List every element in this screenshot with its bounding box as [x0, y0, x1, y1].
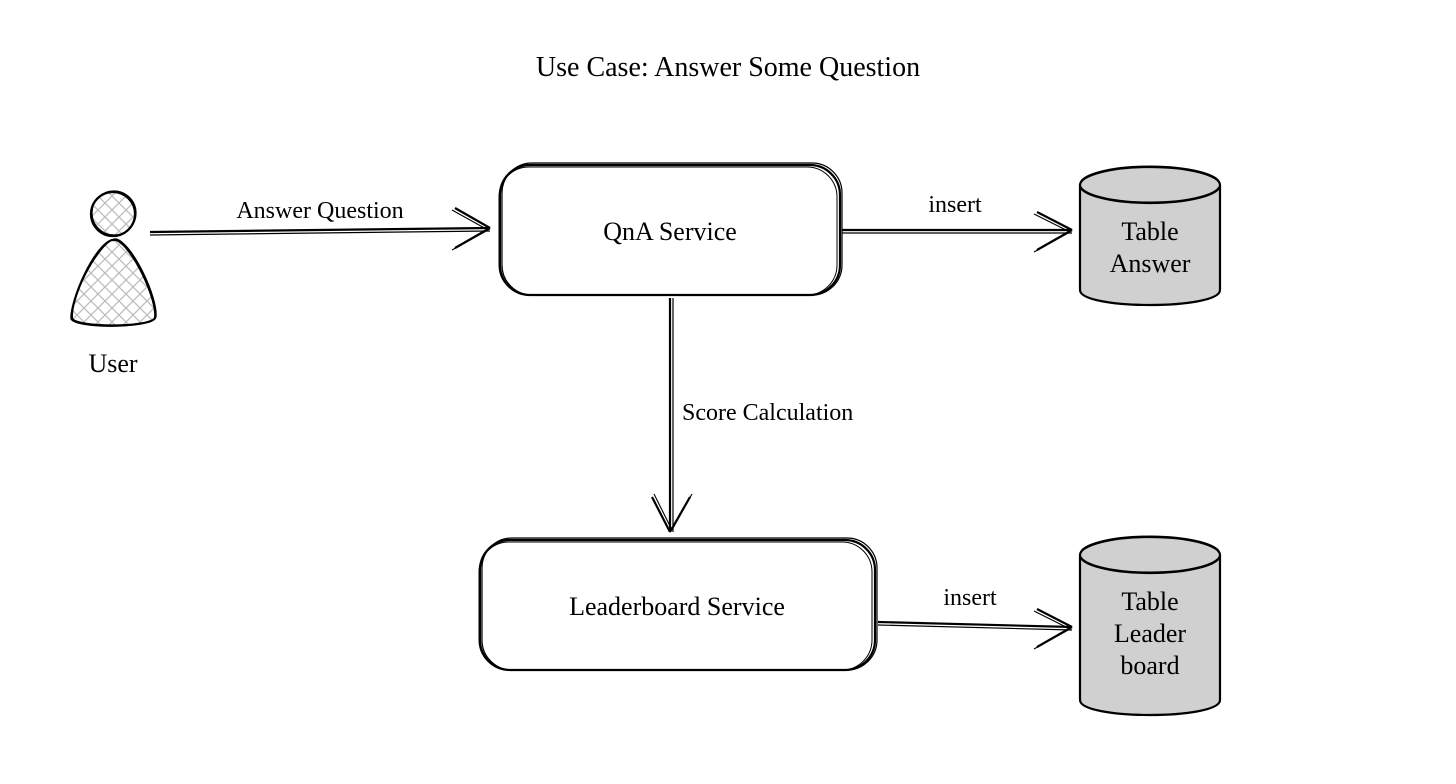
datastore-table-leaderboard-line1: Table [1121, 587, 1178, 616]
datastore-table-answer: Table Answer [1080, 166, 1220, 305]
datastore-table-leaderboard-line2: Leader [1114, 619, 1187, 648]
node-qna-service-label: QnA Service [603, 217, 737, 246]
edge-leaderboard-to-table: insert [878, 585, 1072, 649]
actor-user-label: User [88, 349, 137, 378]
edge-user-to-qna: Answer Question [150, 198, 490, 250]
actor-user: User [71, 191, 156, 378]
datastore-table-answer-line2: Answer [1110, 249, 1191, 278]
diagram-title: Use Case: Answer Some Question [536, 52, 920, 83]
datastore-table-leaderboard: Table Leader board [1080, 536, 1220, 715]
datastore-table-leaderboard-line3: board [1120, 651, 1179, 680]
edge-qna-to-answer: insert [842, 192, 1072, 252]
node-leaderboard-service-label: Leaderboard Service [569, 592, 785, 621]
edge-qna-to-leaderboard: Score Calculation [652, 298, 853, 532]
edge-qna-to-leaderboard-label: Score Calculation [682, 400, 853, 426]
edge-user-to-qna-label: Answer Question [236, 198, 403, 224]
node-leaderboard-service: Leaderboard Service [479, 538, 877, 670]
datastore-table-answer-line1: Table [1121, 217, 1178, 246]
edge-qna-to-answer-label: insert [928, 192, 982, 218]
edge-leaderboard-to-table-label: insert [943, 585, 997, 611]
diagram-canvas: Use Case: Answer Some Question User QnA … [0, 0, 1456, 784]
node-qna-service: QnA Service [499, 163, 842, 295]
